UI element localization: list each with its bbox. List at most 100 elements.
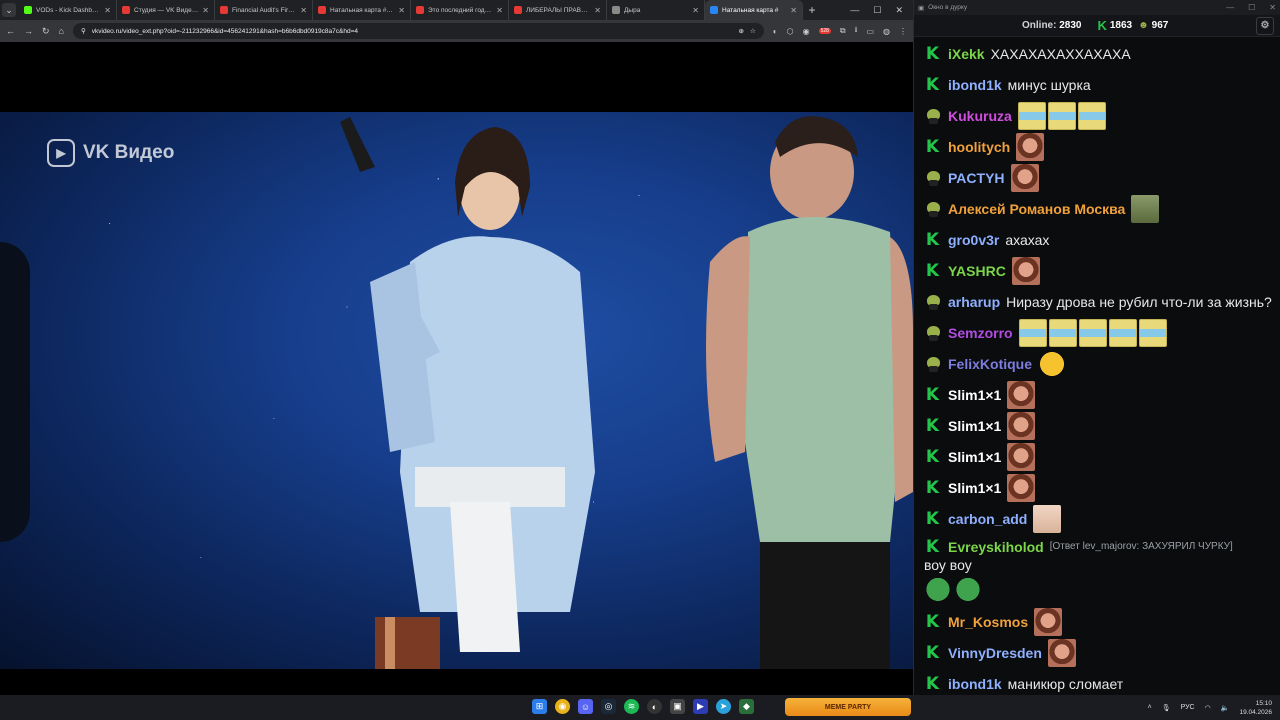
chat-message[interactable]: arharup Ниразу дрова не рубил что-ли за ж… (924, 286, 1280, 317)
extension-icon[interactable]: ◉ (803, 27, 810, 36)
microphone-icon[interactable]: 🎙 (1162, 704, 1171, 712)
video-frame[interactable]: ▶ VK Видео (0, 112, 913, 669)
puzzle-icon[interactable]: ⧉ (840, 26, 846, 36)
obs-icon[interactable]: ◐ (647, 699, 662, 714)
clock[interactable]: 15:10 19.04.2026 (1239, 699, 1272, 717)
browser-tab[interactable]: Натальная карта #58 / ✕ (313, 0, 411, 20)
chat-messages[interactable]: KiXekk ХАХАХАХАХХАХАХА Kibond1k минус шурка… (914, 38, 1280, 695)
chat-message[interactable]: Khoolitych (924, 131, 1280, 162)
minimize-icon[interactable]: — (850, 5, 859, 16)
forward-icon[interactable]: → (24, 26, 33, 36)
close-tab-icon[interactable]: ✕ (202, 6, 209, 15)
site-info-icon[interactable]: ⚲ (81, 27, 86, 35)
browser-tab[interactable]: VODs - Kick Dashboard ✕ (19, 0, 117, 20)
discord-icon[interactable]: ☺ (578, 699, 593, 714)
split-view-icon[interactable]: ▭ (866, 27, 874, 36)
chat-message[interactable]: K VinnyDresden (924, 637, 1280, 668)
chevron-up-icon[interactable]: ˄ (1148, 704, 1152, 711)
close-tab-icon[interactable]: ✕ (496, 6, 503, 15)
chat-username[interactable]: arharup (948, 293, 1000, 311)
url-text[interactable]: vkvideo.ru/video_ext.php?oid=-211232966&… (92, 28, 733, 35)
chat-message[interactable]: KiXekk ХАХАХАХАХХАХАХА (924, 38, 1280, 69)
bookmark-star-icon[interactable]: ☆ (750, 27, 756, 35)
minimize-icon[interactable]: — (1226, 3, 1234, 12)
chat-message[interactable]: Kibond1k маникюр сломает (924, 668, 1280, 695)
chat-username[interactable]: Slim1×1 (948, 448, 1001, 466)
video-player[interactable]: ▶ VK Видео (0, 42, 913, 695)
home-icon[interactable]: ⌂ (59, 26, 64, 36)
close-tab-icon[interactable]: ✕ (594, 6, 601, 15)
browser-tab[interactable]: Натальная карта # ✕ (705, 0, 803, 20)
chat-message[interactable]: K Slim1×1 (924, 472, 1280, 503)
extension-icon[interactable]: ⬡ (787, 27, 794, 36)
browser-tab[interactable]: Это последний год Пу ✕ (411, 0, 509, 20)
tab-search-icon[interactable]: ⌄ (2, 3, 16, 17)
app-icon[interactable]: ▣ (670, 699, 685, 714)
chat-message[interactable]: K Slim1×1 (924, 441, 1280, 472)
chat-message[interactable]: K Mr_Kosmos (924, 606, 1280, 637)
browser-tab[interactable]: Студия — VK Видео Live ✕ (117, 0, 215, 20)
chat-username[interactable]: gro0v3r (948, 231, 999, 249)
chat-message[interactable]: K Evreyskiholod [Ответ lev_majorov: ЗАХУЯР… (924, 534, 1280, 606)
chat-username[interactable]: Semzorro (948, 324, 1013, 342)
maximize-icon[interactable]: ☐ (873, 5, 881, 16)
close-tab-icon[interactable]: ✕ (300, 6, 307, 15)
chat-username[interactable]: carbon_add (948, 510, 1027, 528)
start-icon[interactable]: ⊞ (532, 699, 547, 714)
chat-username[interactable]: Slim1×1 (948, 479, 1001, 497)
video-app-icon[interactable]: ▶ (693, 699, 708, 714)
chat-username[interactable]: hoolitych (948, 138, 1010, 156)
chat-message[interactable]: K Slim1×1 (924, 379, 1280, 410)
chat-message[interactable]: Kukuruza (924, 100, 1280, 131)
chat-message[interactable]: Semzorro (924, 317, 1280, 348)
chat-username[interactable]: PACTYH (948, 169, 1005, 187)
chat-message[interactable]: Kgro0v3r ахахах (924, 224, 1280, 255)
close-icon[interactable]: ✕ (895, 5, 903, 16)
chat-username[interactable]: Evreyskiholod (948, 538, 1044, 556)
chat-message[interactable]: FelixKotique (924, 348, 1280, 379)
chat-username[interactable]: ibond1k (948, 675, 1002, 693)
steam-icon[interactable]: ◎ (601, 699, 616, 714)
close-tab-icon[interactable]: ✕ (692, 6, 699, 15)
chat-username[interactable]: Алексей Романов Москва (948, 200, 1125, 218)
zoom-icon[interactable]: ⊕ (738, 27, 743, 35)
omnibox[interactable]: ⚲ vkvideo.ru/video_ext.php?oid=-21123296… (72, 23, 764, 39)
download-icon[interactable]: ⭳ (855, 24, 858, 38)
volume-icon[interactable]: 🔈 (1221, 704, 1230, 712)
close-tab-icon[interactable]: ✕ (398, 6, 405, 15)
extension-icon[interactable]: ◐ (773, 27, 778, 36)
spotify-icon[interactable]: ≋ (624, 699, 639, 714)
chrome-icon[interactable]: ◉ (555, 699, 570, 714)
back-icon[interactable]: ← (6, 26, 15, 36)
telegram-icon[interactable]: ➤ (716, 699, 731, 714)
browser-tab[interactable]: ЛИБЕРАЛЫ ПРАВЫ В ✕ (509, 0, 607, 20)
close-icon[interactable]: ✕ (1269, 3, 1276, 12)
chat-message[interactable]: K Slim1×1 (924, 410, 1280, 441)
network-icon[interactable]: ◠ (1205, 704, 1211, 712)
chat-username[interactable]: Mr_Kosmos (948, 613, 1028, 631)
chat-username[interactable]: Slim1×1 (948, 417, 1001, 435)
close-tab-icon[interactable]: ✕ (104, 6, 111, 15)
chat-username[interactable]: Slim1×1 (948, 386, 1001, 404)
chat-username[interactable]: Kukuruza (948, 107, 1012, 125)
close-tab-icon[interactable]: ✕ (790, 6, 797, 15)
chat-username[interactable]: YASHRC (948, 262, 1006, 280)
settings-gear-icon[interactable]: ⚙ (1256, 16, 1274, 35)
new-tab-button[interactable]: + (803, 3, 821, 17)
chat-message[interactable]: Алексей Романов Москва (924, 193, 1280, 224)
chat-username[interactable]: iXekk (948, 45, 985, 63)
chat-message[interactable]: Kibond1k минус шурка (924, 69, 1280, 100)
reload-icon[interactable]: ↻ (42, 26, 50, 37)
menu-icon[interactable]: ⋮ (899, 27, 907, 36)
chat-username[interactable]: ibond1k (948, 76, 1002, 94)
game-icon[interactable]: ◆ (739, 699, 754, 714)
meme-party-widget[interactable]: MEME PARTY (785, 698, 911, 716)
chat-username[interactable]: FelixKotique (948, 355, 1032, 373)
chat-message[interactable]: K YASHRC (924, 255, 1280, 286)
browser-tab[interactable]: Financial Audit's First F ✕ (215, 0, 313, 20)
language-indicator[interactable]: РУС (1181, 704, 1195, 711)
browser-tab[interactable]: Дыра ✕ (607, 0, 705, 20)
profile-icon[interactable]: ◍ (883, 27, 890, 36)
chat-message[interactable]: PACTYH (924, 162, 1280, 193)
chat-message[interactable]: Kcarbon_add (924, 503, 1280, 534)
